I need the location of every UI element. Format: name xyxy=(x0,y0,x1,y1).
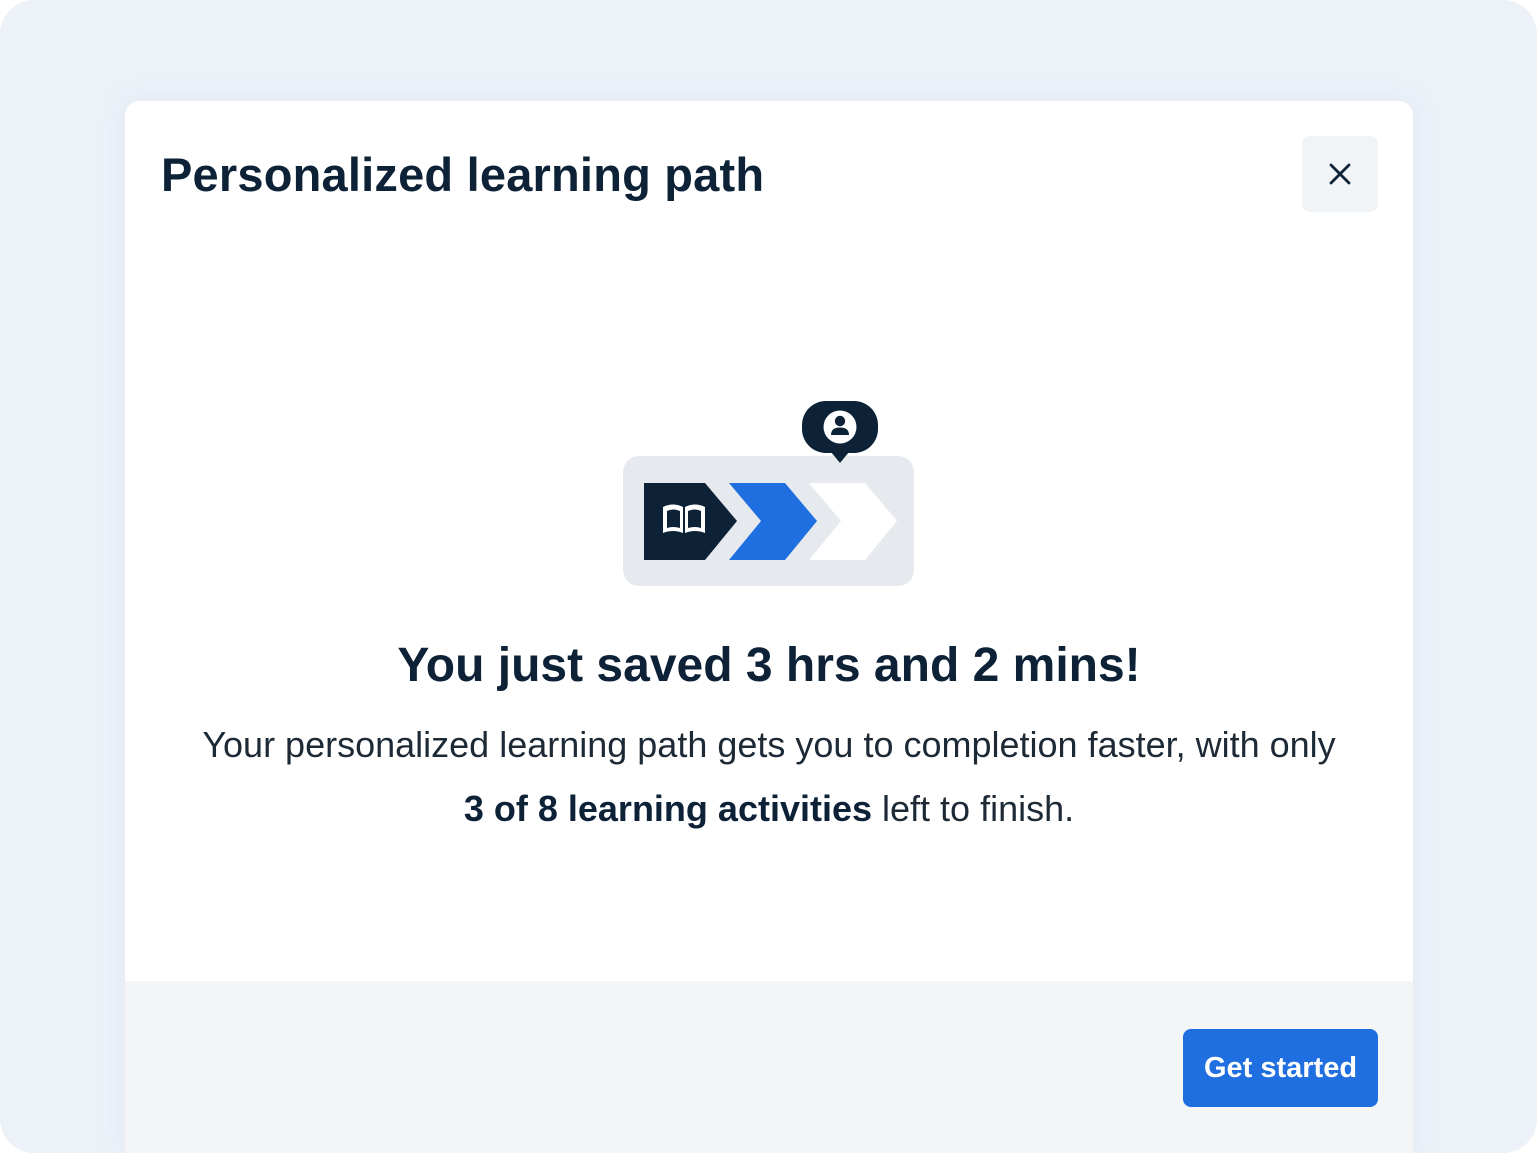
description-prefix: Your personalized learning path gets you… xyxy=(202,724,1336,765)
user-marker-icon xyxy=(802,401,878,463)
page-backdrop: Personalized learning path You just save… xyxy=(0,0,1537,1153)
learning-path-illustration xyxy=(623,401,915,587)
close-button[interactable] xyxy=(1302,136,1378,212)
dialog-title: Personalized learning path xyxy=(161,148,765,201)
description-suffix: left to finish. xyxy=(872,788,1075,829)
savings-headline: You just saved 3 hrs and 2 mins! xyxy=(397,639,1141,692)
dialog-footer: Get started xyxy=(125,981,1413,1153)
close-icon xyxy=(1328,162,1352,186)
learning-path-dialog: Personalized learning path You just save… xyxy=(125,101,1413,1153)
savings-description: Your personalized learning path gets you… xyxy=(189,713,1349,841)
get-started-button[interactable]: Get started xyxy=(1183,1029,1378,1107)
remaining-activities-count: 3 of 8 learning activities xyxy=(463,788,873,829)
